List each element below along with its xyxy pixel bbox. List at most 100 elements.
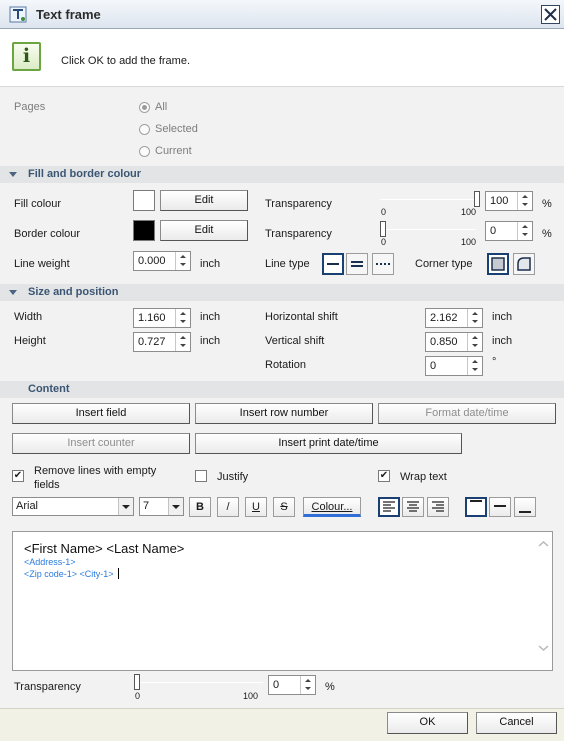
align-right-icon: [432, 501, 444, 512]
insert-field-button[interactable]: Insert field: [12, 403, 190, 424]
horizontal-shift-stepper[interactable]: 2.162: [425, 308, 483, 328]
vertical-shift-stepper[interactable]: 0.850: [425, 332, 483, 352]
line-weight-stepper[interactable]: 0.000: [133, 251, 191, 271]
spin-arrows-icon[interactable]: [175, 309, 190, 327]
rotation-value: 0: [430, 360, 437, 372]
pages-current-label: Current: [155, 145, 192, 157]
remove-lines-checkbox[interactable]: ✔: [12, 470, 24, 482]
fill-colour-edit-button[interactable]: Edit: [160, 190, 248, 211]
border-transparency-min: 0: [381, 237, 387, 247]
title-bar: Text frame: [0, 0, 564, 29]
insert-counter-button[interactable]: Insert counter: [12, 433, 190, 454]
width-stepper[interactable]: 1.160: [133, 308, 191, 328]
line-type-single-button[interactable]: [322, 253, 344, 275]
square-corner-icon: [491, 257, 505, 271]
text-transparency-stepper[interactable]: 0: [268, 675, 316, 695]
text-transparency-slider-track[interactable]: [135, 682, 263, 683]
fill-transparency-slider-track[interactable]: [380, 199, 476, 200]
fill-border-section-header[interactable]: Fill and border colour: [0, 166, 564, 183]
close-button[interactable]: [541, 5, 560, 24]
wrap-text-checkbox[interactable]: ✔: [378, 470, 390, 482]
height-value: 0.727: [138, 336, 166, 348]
valign-top-button[interactable]: [465, 497, 487, 517]
text-transparency-min: 0: [135, 691, 141, 701]
insert-row-number-button[interactable]: Insert row number: [195, 403, 373, 424]
spin-arrows-icon[interactable]: [175, 252, 190, 270]
insert-print-datetime-button[interactable]: Insert print date/time: [195, 433, 462, 454]
fill-colour-swatch[interactable]: [133, 190, 155, 211]
font-family-select[interactable]: Arial: [12, 497, 134, 516]
line-weight-value: 0.000: [138, 255, 166, 267]
valign-middle-button[interactable]: [489, 497, 511, 517]
spin-arrows-icon[interactable]: [467, 333, 482, 351]
fill-transparency-stepper[interactable]: 100: [485, 191, 533, 211]
bold-button[interactable]: B: [189, 497, 211, 517]
fill-transparency-unit: %: [542, 198, 552, 210]
align-left-button[interactable]: [378, 497, 400, 517]
valign-bottom-button[interactable]: [514, 497, 536, 517]
line-type-double-button[interactable]: [346, 253, 368, 275]
colour-button[interactable]: Colour...: [303, 497, 361, 517]
spin-arrows-icon[interactable]: [467, 309, 482, 327]
border-colour-label: Border colour: [14, 228, 81, 240]
spin-arrows-icon[interactable]: [175, 333, 190, 351]
scroll-up-icon[interactable]: [537, 539, 550, 549]
height-stepper[interactable]: 0.727: [133, 332, 191, 352]
border-transparency-unit: %: [542, 228, 552, 240]
fill-border-title: Fill and border colour: [28, 168, 142, 180]
font-size-select[interactable]: 7: [139, 497, 184, 516]
format-datetime-button[interactable]: Format date/time: [378, 403, 556, 424]
editor-scrollbar[interactable]: [537, 539, 550, 667]
chevron-down-icon[interactable]: [168, 498, 183, 515]
border-transparency-value: 0: [490, 225, 497, 237]
justify-checkbox[interactable]: [195, 470, 207, 482]
width-value: 1.160: [138, 312, 166, 324]
font-family-value: Arial: [16, 500, 39, 512]
ok-button[interactable]: OK: [387, 712, 468, 734]
align-center-button[interactable]: [402, 497, 424, 517]
chevron-down-icon[interactable]: [118, 498, 133, 515]
scroll-down-icon[interactable]: [537, 643, 550, 653]
pages-all-radio[interactable]: [139, 102, 150, 113]
text-transparency-slider-thumb[interactable]: [134, 674, 140, 690]
align-right-button[interactable]: [427, 497, 449, 517]
pages-current-radio[interactable]: [139, 146, 150, 157]
text-editor[interactable]: <First Name> <Last Name> <Address-1> <Zi…: [12, 531, 553, 671]
fill-transparency-slider-thumb[interactable]: [474, 191, 480, 207]
border-transparency-slider-track[interactable]: [380, 229, 476, 230]
vertical-shift-label: Vertical shift: [265, 335, 325, 347]
checkmark-icon: ✔: [13, 470, 23, 481]
rounded-corner-icon: [517, 257, 531, 271]
spin-arrows-icon[interactable]: [517, 192, 532, 210]
editor-line-name: <First Name> <Last Name>: [24, 541, 185, 556]
corner-type-square-button[interactable]: [487, 253, 509, 275]
horizontal-shift-unit: inch: [492, 311, 513, 323]
valign-top-icon: [470, 500, 482, 502]
line-type-dotted-button[interactable]: [372, 253, 394, 275]
underline-button[interactable]: U: [245, 497, 267, 517]
border-transparency-stepper[interactable]: 0: [485, 221, 533, 241]
strikethrough-button[interactable]: S: [273, 497, 295, 517]
pages-label: Pages: [14, 101, 46, 113]
border-colour-edit-button[interactable]: Edit: [160, 220, 248, 241]
size-position-section-header[interactable]: Size and position: [0, 284, 564, 301]
spin-arrows-icon[interactable]: [517, 222, 532, 240]
italic-button[interactable]: /: [217, 497, 239, 517]
spin-arrows-icon[interactable]: [467, 357, 482, 375]
border-transparency-slider-thumb[interactable]: [380, 221, 386, 237]
cancel-button[interactable]: Cancel: [476, 712, 557, 734]
horizontal-shift-label: Horizontal shift: [265, 311, 338, 323]
dotted-line-icon: [376, 263, 390, 265]
info-icon: i: [12, 42, 41, 71]
rotation-stepper[interactable]: 0: [425, 356, 483, 376]
width-unit: inch: [200, 311, 221, 323]
border-colour-swatch[interactable]: [133, 220, 155, 241]
spin-arrows-icon[interactable]: [300, 676, 315, 694]
corner-type-rounded-button[interactable]: [513, 253, 535, 275]
line-type-label: Line type: [265, 258, 310, 270]
pages-selected-radio[interactable]: [139, 124, 150, 135]
align-left-icon: [383, 501, 395, 512]
collapse-arrow-icon: [9, 172, 17, 177]
border-transparency-label: Transparency: [265, 228, 332, 240]
pages-all-label: All: [155, 101, 168, 113]
